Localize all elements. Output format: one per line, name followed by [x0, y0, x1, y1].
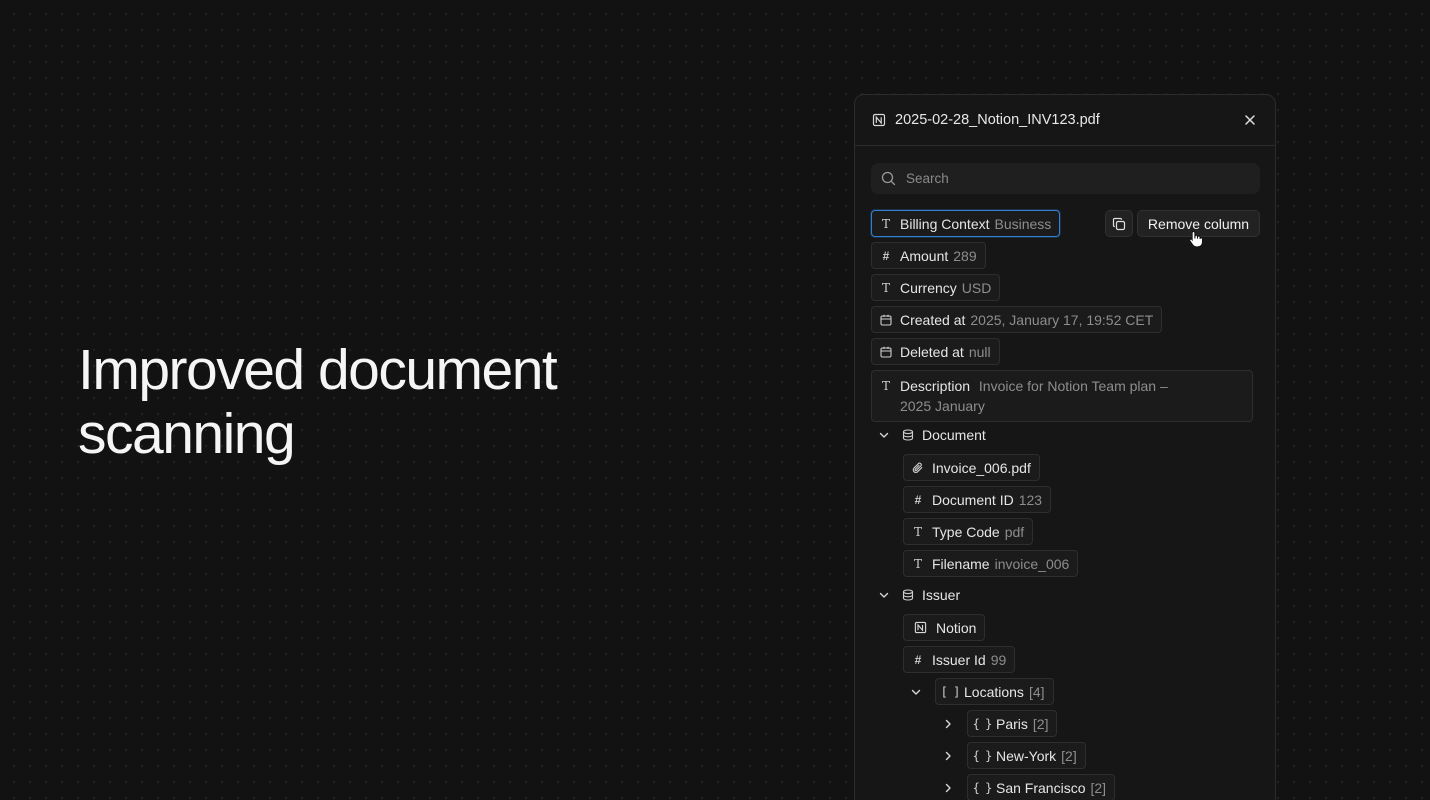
- text-field-icon: T: [913, 524, 922, 539]
- field-value: USD: [961, 279, 992, 296]
- notion-logo-icon: [913, 621, 927, 635]
- field-label: Issuer Id: [932, 651, 986, 668]
- field-value: [4]: [1028, 683, 1045, 700]
- field-value: [2]: [1061, 747, 1077, 764]
- chevron-right-icon[interactable]: [940, 716, 956, 732]
- field-currency[interactable]: T Currency USD: [871, 274, 1001, 301]
- location-san-francisco: { } San Francisco [2]: [940, 774, 1116, 800]
- field-location[interactable]: { } San Francisco [2]: [967, 774, 1116, 800]
- close-icon[interactable]: [1241, 111, 1259, 129]
- field-label: Document ID: [932, 491, 1014, 508]
- location-paris: { } Paris [2]: [940, 710, 1058, 737]
- field-label: Currency: [900, 279, 957, 296]
- field-value: [2]: [1032, 715, 1049, 732]
- field-label: San Francisco: [996, 779, 1086, 796]
- field-label: Invoice_006.pdf: [932, 459, 1031, 476]
- search-icon: [881, 171, 896, 186]
- panel-header: 2025-02-28_Notion_INV123.pdf: [855, 95, 1275, 146]
- braces-icon: { }: [972, 716, 993, 731]
- hash-icon: #: [882, 248, 890, 263]
- field-label: New-York: [996, 747, 1057, 764]
- field-value: null: [968, 343, 991, 360]
- group-label: Issuer: [922, 587, 961, 603]
- field-label: Type Code: [932, 523, 1000, 540]
- field-notion[interactable]: Notion: [903, 614, 986, 641]
- field-invoice-attachment[interactable]: Invoice_006.pdf: [903, 454, 1040, 481]
- field-amount[interactable]: # Amount 289: [871, 242, 986, 269]
- field-deleted-at[interactable]: Deleted at null: [871, 338, 1000, 365]
- hash-icon: #: [914, 652, 922, 667]
- field-value-continued: 2025 January: [900, 398, 985, 414]
- field-description[interactable]: T Description Invoice for Notion Team pl…: [871, 370, 1253, 422]
- field-filename[interactable]: T Filename invoice_006: [903, 550, 1079, 577]
- chevron-down-icon[interactable]: [876, 427, 892, 443]
- field-value: invoice_006: [994, 555, 1070, 572]
- paperclip-icon: [911, 461, 925, 475]
- text-field-icon: T: [881, 216, 890, 231]
- field-label: Description: [900, 378, 971, 394]
- field-value: Business: [994, 215, 1052, 232]
- field-value: [2]: [1090, 779, 1107, 796]
- field-label: Billing Context: [900, 215, 990, 232]
- document-scan-panel: 2025-02-28_Notion_INV123.pdf T Billing C…: [854, 94, 1276, 800]
- headline: Improved document scanning: [78, 338, 698, 466]
- field-label: Filename: [932, 555, 990, 572]
- search-input[interactable]: [906, 171, 1236, 186]
- text-field-icon: T: [881, 280, 890, 295]
- field-value: 2025, January 17, 19:52 CET: [970, 311, 1154, 328]
- location-new-york: { } New-York [2]: [940, 742, 1086, 769]
- copy-button[interactable]: [1105, 210, 1133, 237]
- group-locations: [ ] Locations [4]: [908, 678, 1054, 705]
- brackets-icon: [ ]: [940, 684, 961, 699]
- group-label: Document: [922, 427, 986, 443]
- field-type-code[interactable]: T Type Code pdf: [903, 518, 1034, 545]
- field-value: 289: [953, 247, 977, 264]
- field-billing-context[interactable]: T Billing Context Business: [871, 210, 1061, 237]
- chevron-right-icon[interactable]: [940, 748, 956, 764]
- headline-line-2: scanning: [78, 402, 296, 466]
- braces-icon: { }: [972, 748, 993, 763]
- database-icon: [902, 589, 914, 601]
- braces-icon: { }: [972, 780, 993, 795]
- group-issuer[interactable]: Issuer: [876, 587, 960, 603]
- field-location[interactable]: { } New-York [2]: [967, 742, 1086, 769]
- chevron-right-icon[interactable]: [940, 780, 956, 796]
- calendar-icon: [879, 345, 893, 359]
- text-field-icon: T: [913, 556, 922, 571]
- field-label: Deleted at: [900, 343, 964, 360]
- field-created-at[interactable]: Created at 2025, January 17, 19:52 CET: [871, 306, 1163, 333]
- database-icon: [902, 429, 914, 441]
- field-locations[interactable]: [ ] Locations [4]: [935, 678, 1054, 705]
- field-label: Locations: [964, 683, 1024, 700]
- calendar-icon: [879, 313, 893, 327]
- field-value: Invoice for Notion Team plan –: [978, 378, 1168, 394]
- group-document[interactable]: Document: [876, 427, 986, 443]
- chevron-down-icon[interactable]: [876, 587, 892, 603]
- field-issuer-id[interactable]: # Issuer Id 99: [903, 646, 1016, 673]
- field-value: 123: [1018, 491, 1043, 508]
- headline-line-1: Improved document: [78, 338, 558, 402]
- hand-pointer-cursor-icon: [1189, 231, 1203, 248]
- field-label: Notion: [936, 619, 977, 636]
- field-value: pdf: [1004, 523, 1025, 540]
- field-document-id[interactable]: # Document ID 123: [903, 486, 1052, 513]
- text-field-icon: T: [881, 379, 890, 393]
- hash-icon: #: [914, 492, 922, 507]
- field-label: Paris: [996, 715, 1028, 732]
- search-bar[interactable]: [871, 163, 1260, 194]
- chevron-down-icon[interactable]: [908, 684, 924, 700]
- copy-icon: [1112, 217, 1126, 230]
- field-label: Created at: [900, 311, 966, 328]
- panel-title: 2025-02-28_Notion_INV123.pdf: [895, 112, 1100, 128]
- notion-logo-icon: [872, 113, 886, 127]
- field-label: Amount: [900, 247, 949, 264]
- field-location[interactable]: { } Paris [2]: [967, 710, 1058, 737]
- field-value: 99: [990, 651, 1007, 668]
